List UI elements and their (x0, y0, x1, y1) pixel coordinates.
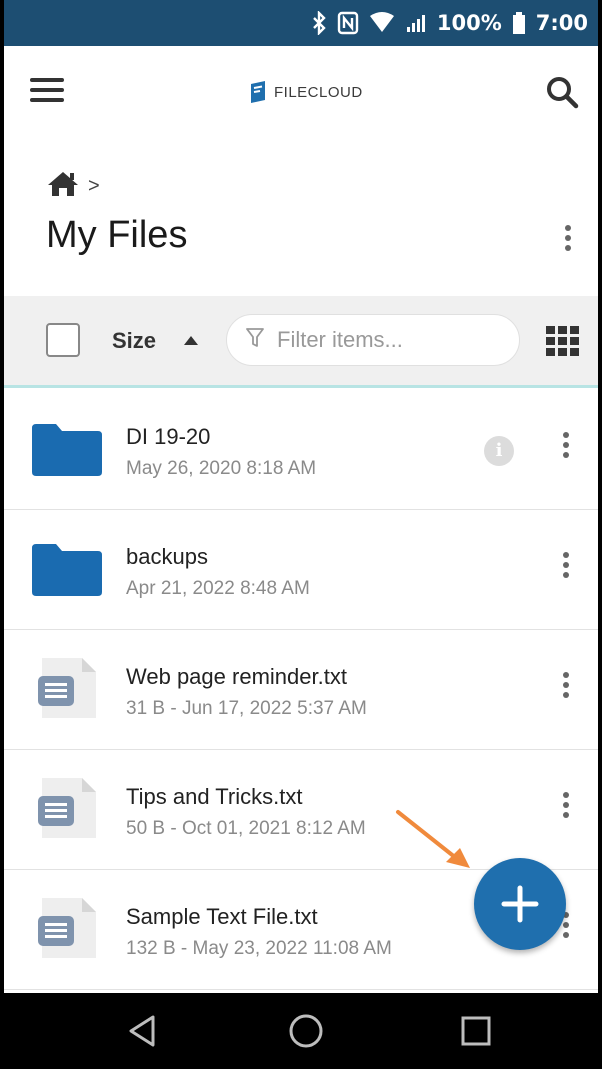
file-name: Web page reminder.txt (126, 664, 347, 689)
app-screen: 100% 7:00 FILECLOUD > My Files Size Filt… (0, 0, 602, 1069)
page-more-icon[interactable] (556, 225, 580, 259)
clock: 7:00 (535, 11, 588, 35)
list-item[interactable]: backups Apr 21, 2022 8:48 AM (4, 510, 598, 630)
file-meta: Apr 21, 2022 8:48 AM (126, 578, 310, 599)
filecloud-logo-icon (251, 81, 265, 103)
item-more-icon[interactable] (554, 672, 578, 706)
file-name: Sample Text File.txt (126, 904, 318, 929)
app-bar: FILECLOUD (4, 46, 598, 136)
text-file-icon (30, 778, 104, 847)
menu-icon[interactable] (30, 78, 64, 104)
item-more-icon[interactable] (554, 792, 578, 826)
search-icon[interactable] (544, 74, 580, 110)
home-icon[interactable] (46, 170, 80, 203)
filter-input[interactable] (275, 326, 499, 354)
add-button[interactable] (474, 858, 566, 950)
nfc-icon (337, 11, 359, 35)
list-toolbar: Size (4, 296, 598, 388)
breadcrumb: > (46, 170, 100, 203)
list-item[interactable]: Web page reminder.txt 31 B - Jun 17, 202… (4, 630, 598, 750)
item-more-icon[interactable] (554, 432, 578, 466)
page-title: My Files (46, 214, 188, 256)
file-meta: 132 B - May 23, 2022 11:08 AM (126, 938, 392, 959)
breadcrumb-separator: > (88, 175, 100, 197)
file-meta: 31 B - Jun 17, 2022 5:37 AM (126, 698, 367, 719)
folder-icon (30, 422, 104, 483)
wifi-icon (369, 12, 395, 34)
battery-percent: 100% (436, 11, 502, 35)
file-name: Tips and Tricks.txt (126, 784, 303, 809)
select-all-checkbox[interactable] (46, 323, 80, 357)
filter-box[interactable] (226, 314, 520, 366)
signal-icon (405, 12, 427, 34)
info-icon[interactable]: i (484, 436, 514, 466)
battery-icon (512, 11, 526, 35)
status-bar: 100% 7:00 (4, 0, 598, 46)
grid-view-icon[interactable] (546, 326, 580, 356)
file-name: backups (126, 544, 208, 569)
text-file-icon (30, 658, 104, 727)
system-nav-bar (4, 993, 598, 1069)
item-more-icon[interactable] (554, 552, 578, 586)
list-item[interactable]: DI 19-20 May 26, 2020 8:18 AM i (4, 390, 598, 510)
sort-ascending-icon[interactable] (184, 336, 198, 345)
bluetooth-icon (311, 11, 327, 35)
list-item[interactable]: Tips and Tricks.txt 50 B - Oct 01, 2021 … (4, 750, 598, 870)
text-file-icon (30, 898, 104, 967)
annotation-arrow-icon (396, 810, 470, 868)
plus-icon (501, 885, 539, 923)
sort-label[interactable]: Size (112, 328, 156, 354)
filecloud-logo: FILECLOUD (248, 80, 363, 104)
home-circle-icon[interactable] (286, 1011, 326, 1051)
file-meta: May 26, 2020 8:18 AM (126, 458, 317, 479)
logo-text: FILECLOUD (274, 83, 363, 101)
folder-icon (30, 542, 104, 603)
file-meta: 50 B - Oct 01, 2021 8:12 AM (126, 818, 366, 839)
filter-icon (245, 327, 265, 354)
back-icon[interactable] (122, 1011, 162, 1051)
file-name: DI 19-20 (126, 424, 211, 449)
recents-icon[interactable] (456, 1011, 496, 1051)
